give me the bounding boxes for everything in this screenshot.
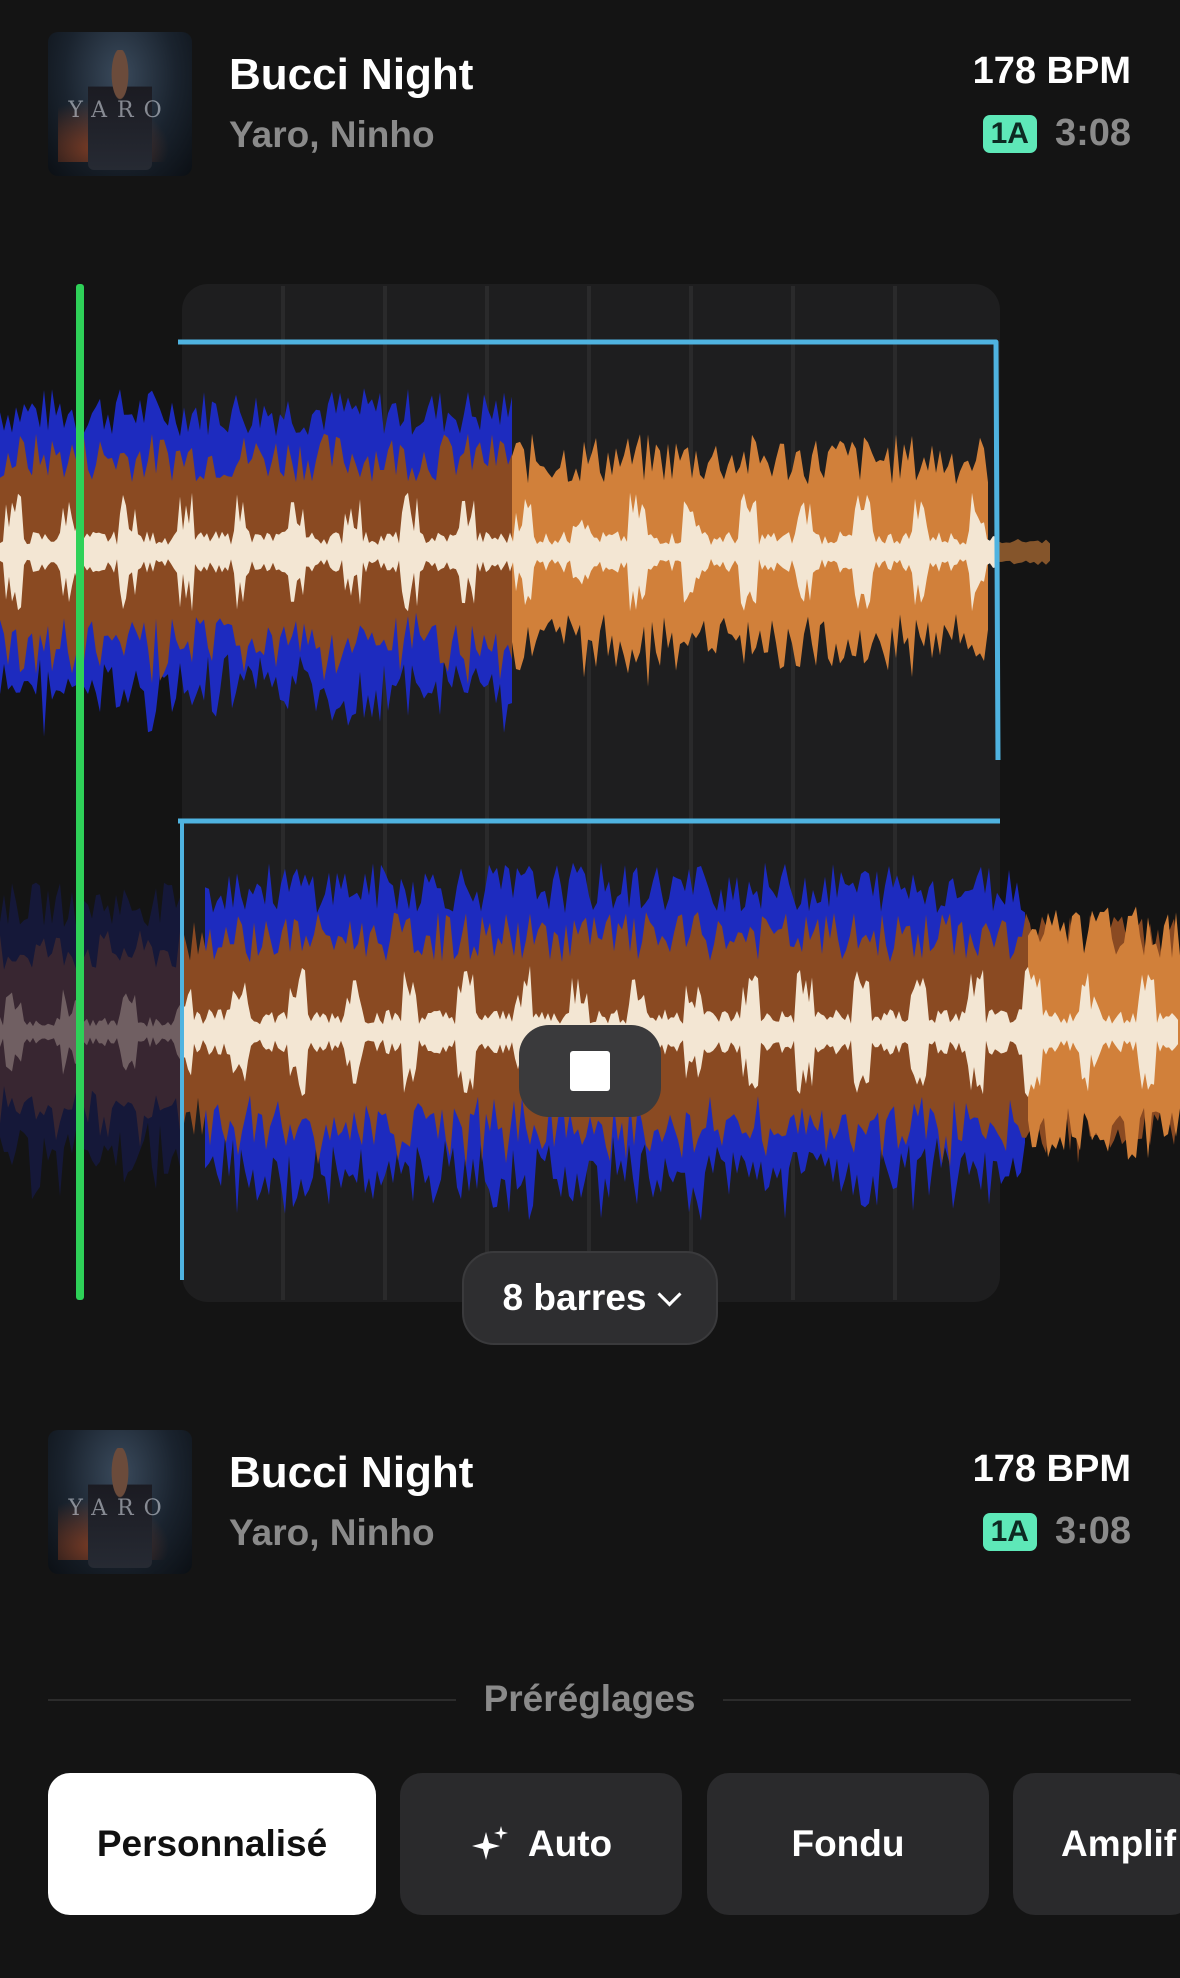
divider bbox=[723, 1699, 1131, 1701]
track-artist: Yaro, Ninho bbox=[229, 1512, 435, 1553]
preset-auto[interactable]: Auto bbox=[400, 1773, 682, 1915]
preset-amplif[interactable]: Amplif bbox=[1013, 1773, 1180, 1915]
track-bpm: 178 BPM bbox=[972, 1448, 1131, 1490]
cover-text: YARO bbox=[68, 98, 172, 123]
preset-personnalise[interactable]: Personnalisé bbox=[48, 1773, 376, 1915]
cover-text: YARO bbox=[68, 1496, 172, 1521]
album-cover: YARO bbox=[48, 32, 192, 176]
preset-label: Fondu bbox=[791, 1823, 905, 1864]
sparkle-icon bbox=[471, 1826, 508, 1860]
track-duration: 3:08 bbox=[1054, 1510, 1131, 1552]
waveform-area[interactable] bbox=[0, 280, 1180, 1360]
track-meta: 1A 3:08 bbox=[982, 112, 1131, 155]
stop-button[interactable] bbox=[519, 1025, 661, 1117]
chevron-down-icon bbox=[656, 1281, 682, 1307]
preset-label: Auto bbox=[527, 1823, 613, 1864]
track-bpm: 178 BPM bbox=[972, 50, 1131, 92]
playhead bbox=[76, 284, 84, 1300]
bar-length-select[interactable]: 8 barres bbox=[462, 1251, 718, 1345]
track-title: Bucci Night bbox=[229, 50, 474, 99]
track-artist: Yaro, Ninho bbox=[229, 114, 435, 155]
transition-editor: YARO Bucci Night Yaro, Ninho 178 BPM 1A … bbox=[0, 0, 1180, 1978]
presets-header: Préréglages bbox=[48, 1672, 1131, 1728]
album-cover: YARO bbox=[48, 1430, 192, 1574]
track-header-bottom: YARO Bucci Night Yaro, Ninho 178 BPM 1A … bbox=[48, 1430, 1131, 1574]
preset-label: Personnalisé bbox=[96, 1823, 328, 1864]
track-title: Bucci Night bbox=[229, 1448, 474, 1497]
preset-fondu[interactable]: Fondu bbox=[707, 1773, 989, 1915]
key-badge: 1A bbox=[982, 1512, 1037, 1551]
waveform-canvas[interactable] bbox=[0, 280, 1180, 1360]
stop-icon bbox=[570, 1051, 610, 1091]
preset-label: Amplif bbox=[1061, 1823, 1177, 1864]
track-meta: 1A 3:08 bbox=[982, 1510, 1131, 1553]
key-badge: 1A bbox=[982, 114, 1037, 153]
track-duration: 3:08 bbox=[1054, 112, 1131, 154]
bar-length-label: 8 barres bbox=[502, 1277, 647, 1318]
track-header-top: YARO Bucci Night Yaro, Ninho 178 BPM 1A … bbox=[48, 32, 1131, 176]
